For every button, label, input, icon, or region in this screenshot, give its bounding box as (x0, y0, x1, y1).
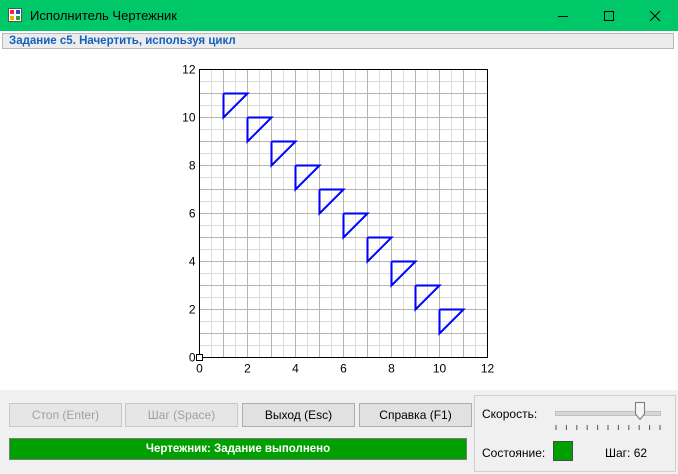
state-label: Состояние: (482, 446, 546, 460)
y-tick-label: 8 (189, 159, 196, 173)
close-button[interactable] (632, 0, 678, 31)
step-button[interactable]: Шаг (Space) (125, 403, 238, 427)
x-tick-label: 4 (292, 362, 299, 376)
maximize-button[interactable] (586, 0, 632, 31)
y-tick-label: 12 (182, 63, 196, 77)
exit-button[interactable]: Выход (Esc) (242, 403, 355, 427)
help-button[interactable]: Справка (F1) (359, 403, 472, 427)
speed-slider-ticks (555, 425, 661, 430)
drawing-canvas: 0 2 4 6 8 10 12 0 2 4 6 8 10 12 (0, 50, 678, 390)
control-panel: Стоп (Enter) Шаг (Space) Выход (Esc) Спр… (0, 390, 678, 474)
maximize-icon (604, 10, 614, 21)
y-tick-label: 2 (189, 303, 196, 317)
x-tick-label: 2 (244, 362, 251, 376)
minimize-icon (558, 15, 568, 17)
minimize-button[interactable] (540, 0, 586, 31)
speed-slider-thumb[interactable] (635, 402, 646, 420)
step-counter: Шаг: 62 (605, 446, 648, 460)
app-window: Исполнитель Чертежник Задание c5. Начерт… (0, 0, 678, 474)
x-tick-label: 8 (388, 362, 395, 376)
x-tick-label: 6 (340, 362, 347, 376)
x-tick-label: 0 (196, 362, 203, 376)
window-title: Исполнитель Чертежник (30, 8, 177, 23)
speed-state-group: Скорость: Состояние: Шаг: 62 (474, 395, 676, 472)
x-tick-label: 10 (433, 362, 447, 376)
stop-button[interactable]: Стоп (Enter) (9, 403, 122, 427)
close-icon (649, 10, 661, 21)
task-description: Задание c5. Начертить, используя цикл (9, 35, 236, 47)
drawing-plot: 0 2 4 6 8 10 12 0 2 4 6 8 10 12 (182, 63, 495, 376)
x-tick-label: 12 (481, 362, 495, 376)
status-message: Чертежник: Задание выполнено (9, 438, 467, 460)
speed-label: Скорость: (482, 407, 538, 421)
y-tick-label: 10 (182, 111, 196, 125)
app-icon (8, 8, 22, 22)
state-indicator (553, 441, 573, 461)
y-tick-label: 0 (189, 351, 196, 365)
title-bar[interactable]: Исполнитель Чертежник (0, 0, 678, 31)
pen-position-marker (196, 354, 203, 361)
task-panel: Задание c5. Начертить, используя цикл (2, 33, 674, 49)
y-tick-label: 4 (189, 255, 196, 269)
y-tick-label: 6 (189, 207, 196, 221)
